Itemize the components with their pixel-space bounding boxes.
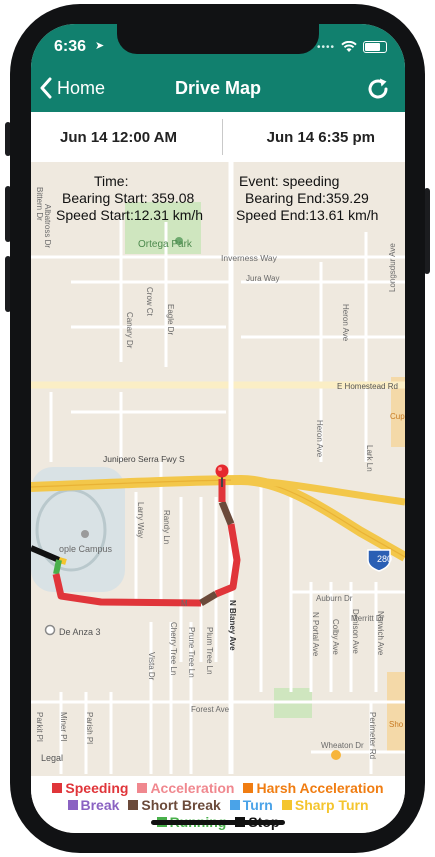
svg-text:M: M — [181, 599, 188, 608]
svg-text:Sho: Sho — [389, 720, 404, 729]
svg-text:ople Campus: ople Campus — [59, 544, 113, 554]
svg-text:Cherry Tree Ln: Cherry Tree Ln — [169, 622, 178, 675]
status-indicators: •••• — [317, 41, 387, 53]
event-time: Time: — [94, 173, 129, 189]
legend-speeding: Speeding — [52, 780, 128, 796]
legend-sharp-turn: Sharp Turn — [281, 797, 369, 813]
location-arrow-icon: ➤ — [95, 40, 105, 52]
svg-text:Heron Ave: Heron Ave — [315, 420, 324, 458]
svg-text:Cup: Cup — [390, 412, 405, 421]
legend-short-break: Short Break — [128, 797, 221, 813]
svg-text:Norwich Ave: Norwich Ave — [376, 611, 385, 656]
svg-text:Denison Ave: Denison Ave — [351, 609, 360, 654]
svg-text:Ortega Park: Ortega Park — [138, 239, 193, 250]
svg-text:Eagle Dr: Eagle Dr — [166, 304, 175, 335]
svg-text:Perimeter Rd: Perimeter Rd — [368, 712, 377, 759]
svg-text:Miner Pl: Miner Pl — [59, 712, 68, 742]
svg-text:N Blaney Ave: N Blaney Ave — [228, 600, 237, 651]
phone-frame: 6:36 ➤ •••• Home Drive Map Jun 14 12:00 … — [0, 0, 435, 857]
legend-turn: Turn — [229, 797, 273, 813]
start-date-picker[interactable]: Jun 14 12:00 AM — [60, 129, 177, 146]
bearing-start: Bearing Start: 359.08 — [62, 190, 195, 206]
home-indicator[interactable] — [151, 820, 285, 825]
svg-text:Colby Ave: Colby Ave — [331, 619, 340, 655]
map-view[interactable]: Ortega Park Inverness Way Jura Way E Hom… — [31, 162, 405, 774]
event-type: Event: speeding — [239, 173, 340, 189]
notch — [117, 24, 319, 54]
legend-acceleration: Acceleration — [137, 780, 234, 796]
end-date-picker[interactable]: Jun 14 6:35 pm — [267, 129, 375, 146]
refresh-icon[interactable] — [365, 76, 391, 102]
event-info-panel: Time: Event: speeding Bearing Start: 359… — [31, 162, 405, 236]
svg-text:Longsdur Ave: Longsdur Ave — [388, 243, 397, 292]
svg-text:280: 280 — [377, 554, 392, 564]
legend-harsh-acceleration: Harsh Acceleration — [243, 780, 384, 796]
svg-text:Wheaton Dr: Wheaton Dr — [321, 741, 364, 750]
svg-text:Auburn Dr: Auburn Dr — [316, 594, 353, 603]
signal-icon: •••• — [316, 41, 335, 53]
battery-icon — [363, 41, 387, 53]
svg-text:Plum Tree Ln: Plum Tree Ln — [205, 627, 214, 675]
svg-text:Vista Dr: Vista Dr — [147, 652, 156, 681]
svg-text:Parkit Pl: Parkit Pl — [35, 712, 44, 742]
status-time: 6:36 — [54, 38, 87, 55]
svg-text:Crow Ct: Crow Ct — [145, 287, 154, 317]
svg-text:Parish Pl: Parish Pl — [85, 712, 94, 744]
bearing-end: Bearing End:359.29 — [245, 190, 369, 206]
svg-text:Junipero Serra Fwy S: Junipero Serra Fwy S — [103, 454, 185, 464]
svg-text:N Portal Ave: N Portal Ave — [311, 612, 320, 657]
speed-start: Speed Start:12.31 km/h — [56, 207, 204, 223]
date-divider — [222, 119, 223, 155]
svg-text:Inverness Way: Inverness Way — [221, 253, 278, 263]
svg-text:Canary Dr: Canary Dr — [125, 312, 134, 349]
legend-break: Break — [67, 797, 119, 813]
svg-text:Prune Tree Ln: Prune Tree Ln — [187, 627, 196, 678]
screen: 6:36 ➤ •••• Home Drive Map Jun 14 12:00 … — [31, 24, 405, 833]
svg-text:Jura Way: Jura Way — [246, 274, 280, 283]
svg-text:Legal: Legal — [41, 753, 63, 763]
date-range-bar: Jun 14 12:00 AM Jun 14 6:35 pm — [31, 112, 405, 163]
svg-text:Randy Ln: Randy Ln — [162, 510, 171, 544]
svg-text:Lark Ln: Lark Ln — [365, 445, 374, 472]
page-title: Drive Map — [174, 78, 262, 98]
svg-text:Larry Way: Larry Way — [136, 502, 145, 538]
svg-text:Forest Ave: Forest Ave — [191, 705, 230, 714]
wifi-icon — [341, 41, 357, 52]
svg-text:Heron Ave: Heron Ave — [341, 304, 350, 342]
svg-text:De Anza 3: De Anza 3 — [59, 627, 101, 637]
svg-text:E Homestead Rd: E Homestead Rd — [337, 382, 398, 391]
speed-end: Speed End:13.61 km/h — [236, 207, 379, 223]
